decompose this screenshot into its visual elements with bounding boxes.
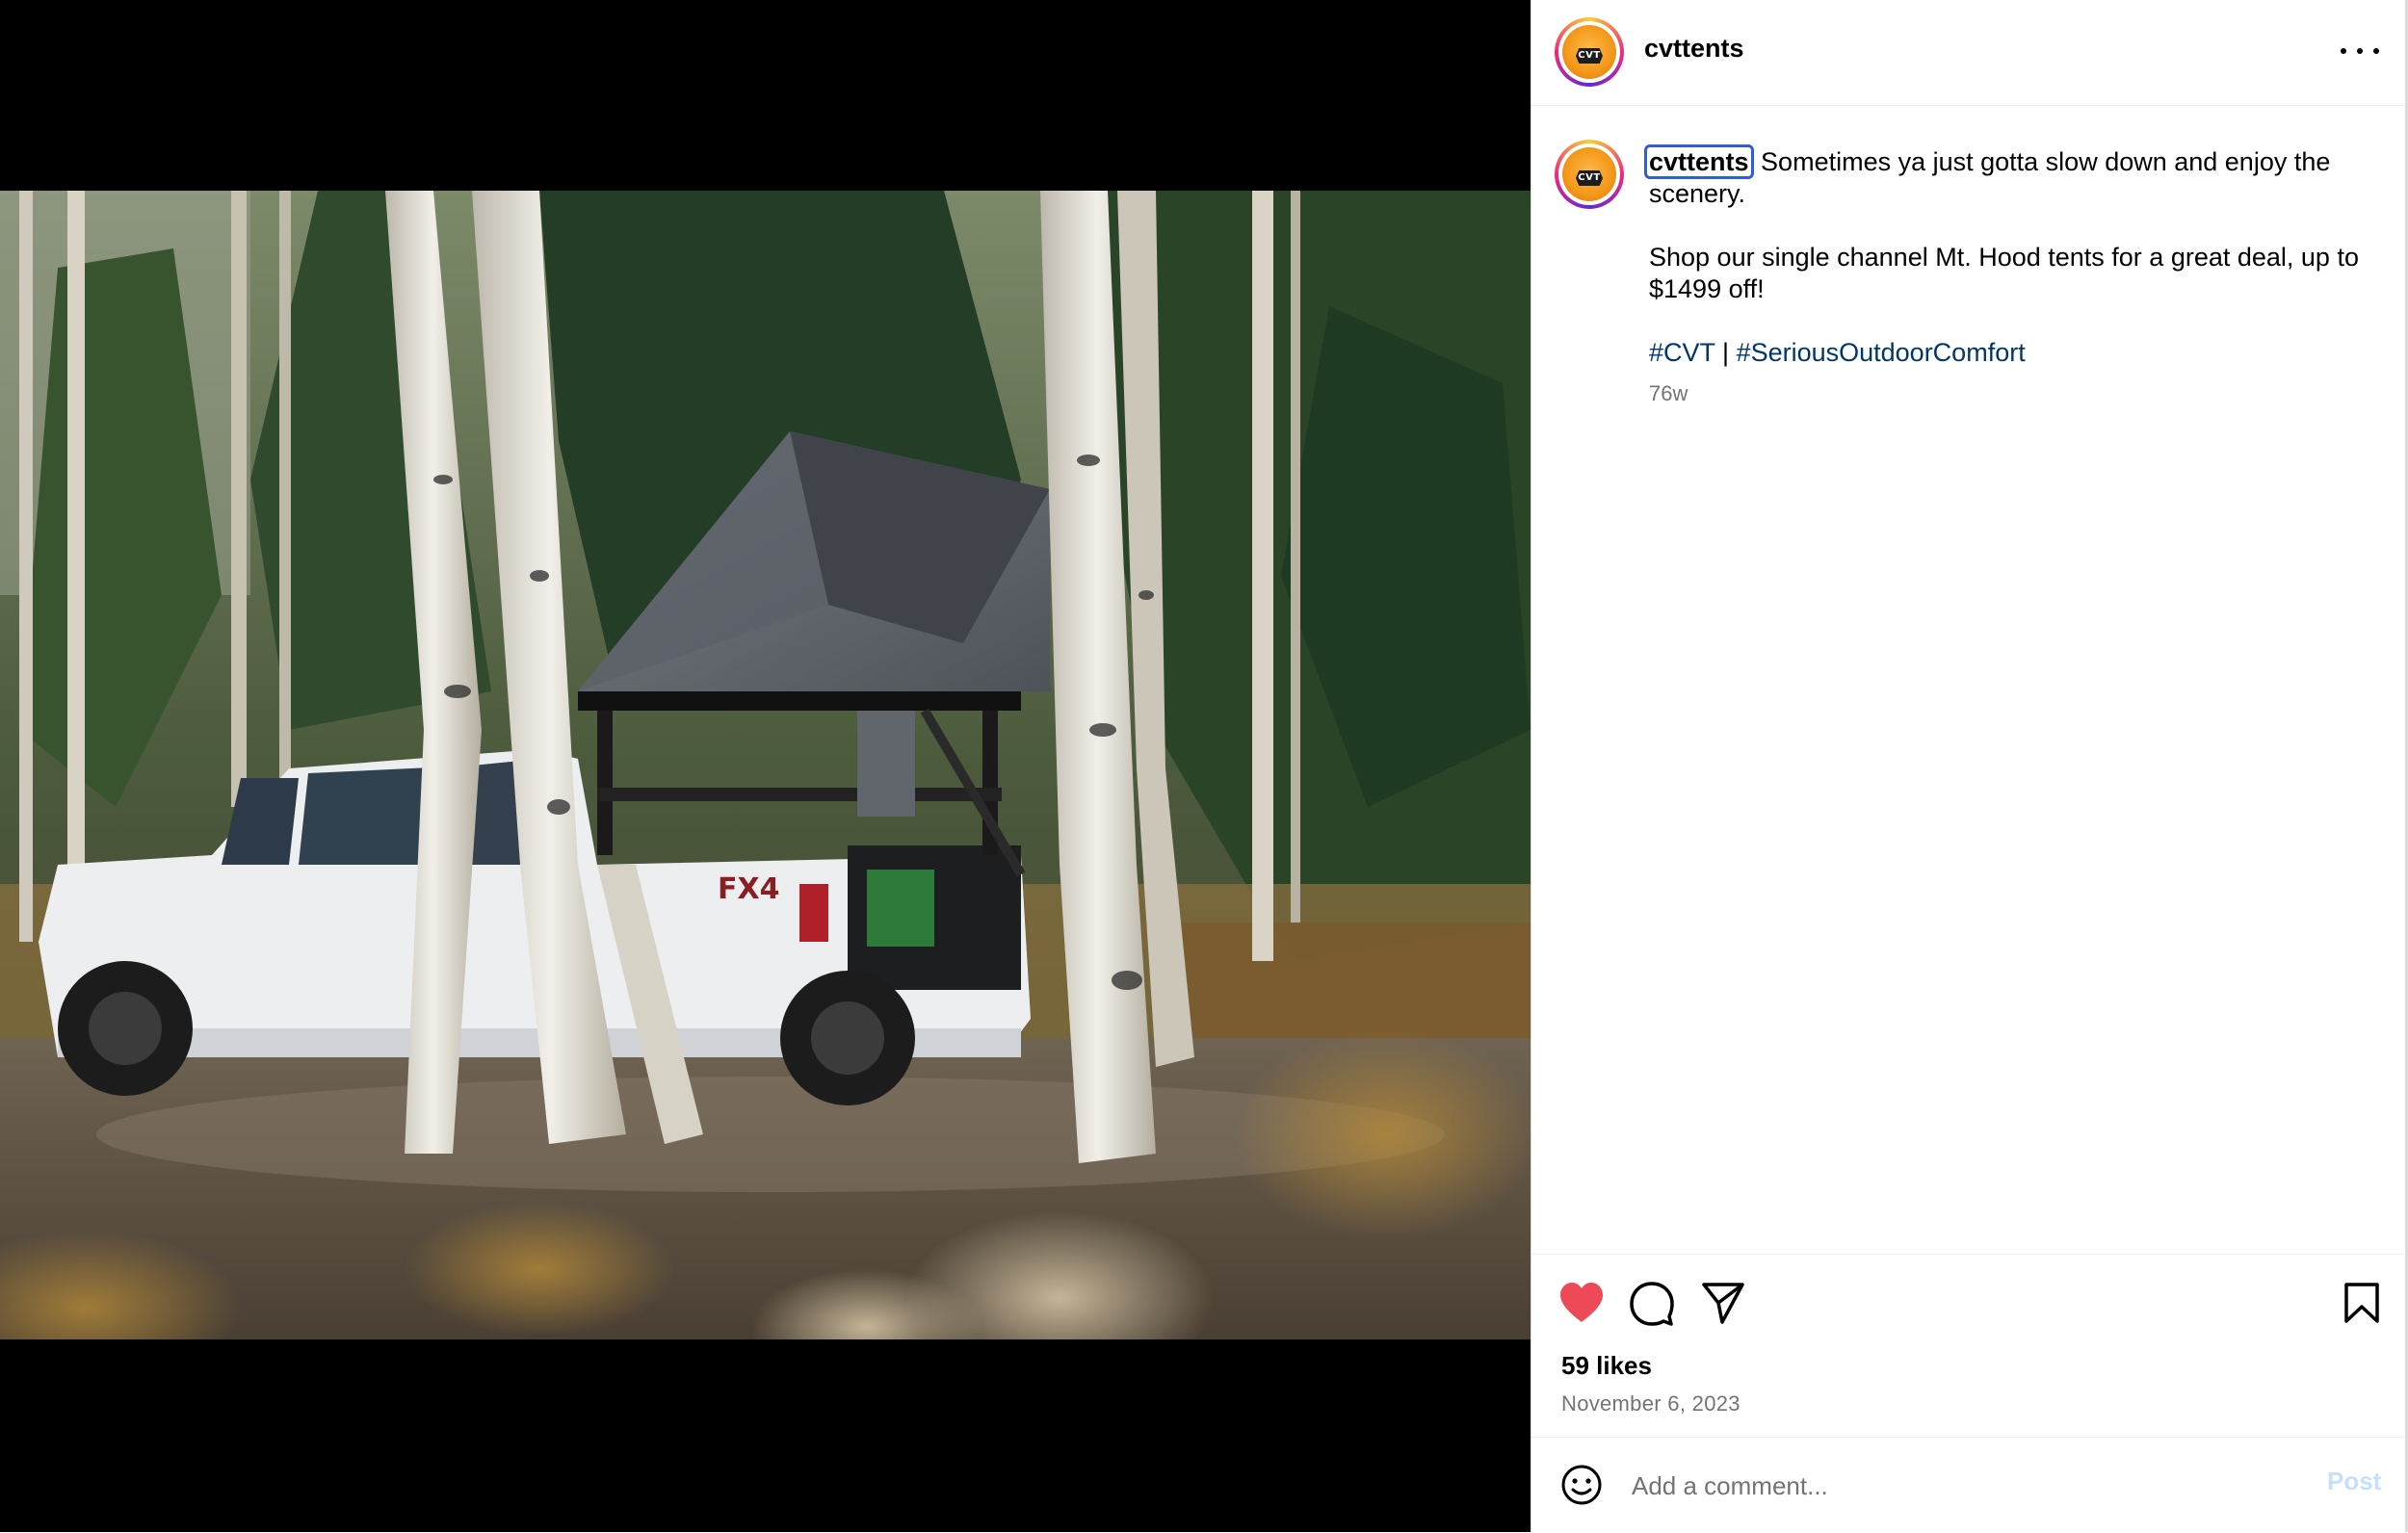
likes-count[interactable]: 59 likes [1561,1351,1652,1381]
post-comment-button[interactable]: Post [2327,1467,2381,1496]
post-header: CVT cvttents [1531,0,2406,106]
action-bar: 59 likes November 6, 2023 [1531,1254,2406,1438]
header-username[interactable]: cvttents [1644,34,1744,64]
avatar[interactable]: CVT [1555,17,1624,87]
post-date: November 6, 2023 [1561,1391,1741,1416]
caption-text: cvttents Sometimes ya just gotta slow do… [1644,144,2362,369]
hashtag-link-seriousoutdoorcomfort[interactable]: #SeriousOutdoorComfort [1737,338,2026,367]
heart-filled-icon[interactable] [1558,1282,1605,1329]
media-pane: FX4 [0,0,1531,1532]
comment-bar: Post [1531,1437,2406,1533]
time-ago[interactable]: 76w [1649,381,1688,406]
post-side-panel: CVT cvttents CVT cvttents Sometimes ya j… [1531,0,2408,1532]
hashtag-separator: | [1714,338,1737,367]
send-icon[interactable] [1701,1282,1745,1329]
post-photo[interactable]: FX4 [0,191,1531,1339]
bookmark-icon[interactable] [2343,1282,2381,1329]
caption-username-link[interactable]: cvttents [1644,144,1754,179]
cvt-logo-icon: CVT [1562,147,1616,201]
caption-avatar[interactable]: CVT [1555,140,1624,209]
caption-line-2: Shop our single channel Mt. Hood tents f… [1649,243,2359,303]
emoji-icon[interactable] [1560,1464,1603,1511]
comment-input[interactable] [1630,1465,2250,1507]
hashtag-link-cvt[interactable]: #CVT [1649,338,1715,367]
fx4-badge: FX4 [718,872,780,906]
more-options-icon[interactable] [2341,37,2379,65]
comment-icon[interactable] [1630,1282,1674,1331]
cvt-logo-icon: CVT [1562,25,1616,79]
